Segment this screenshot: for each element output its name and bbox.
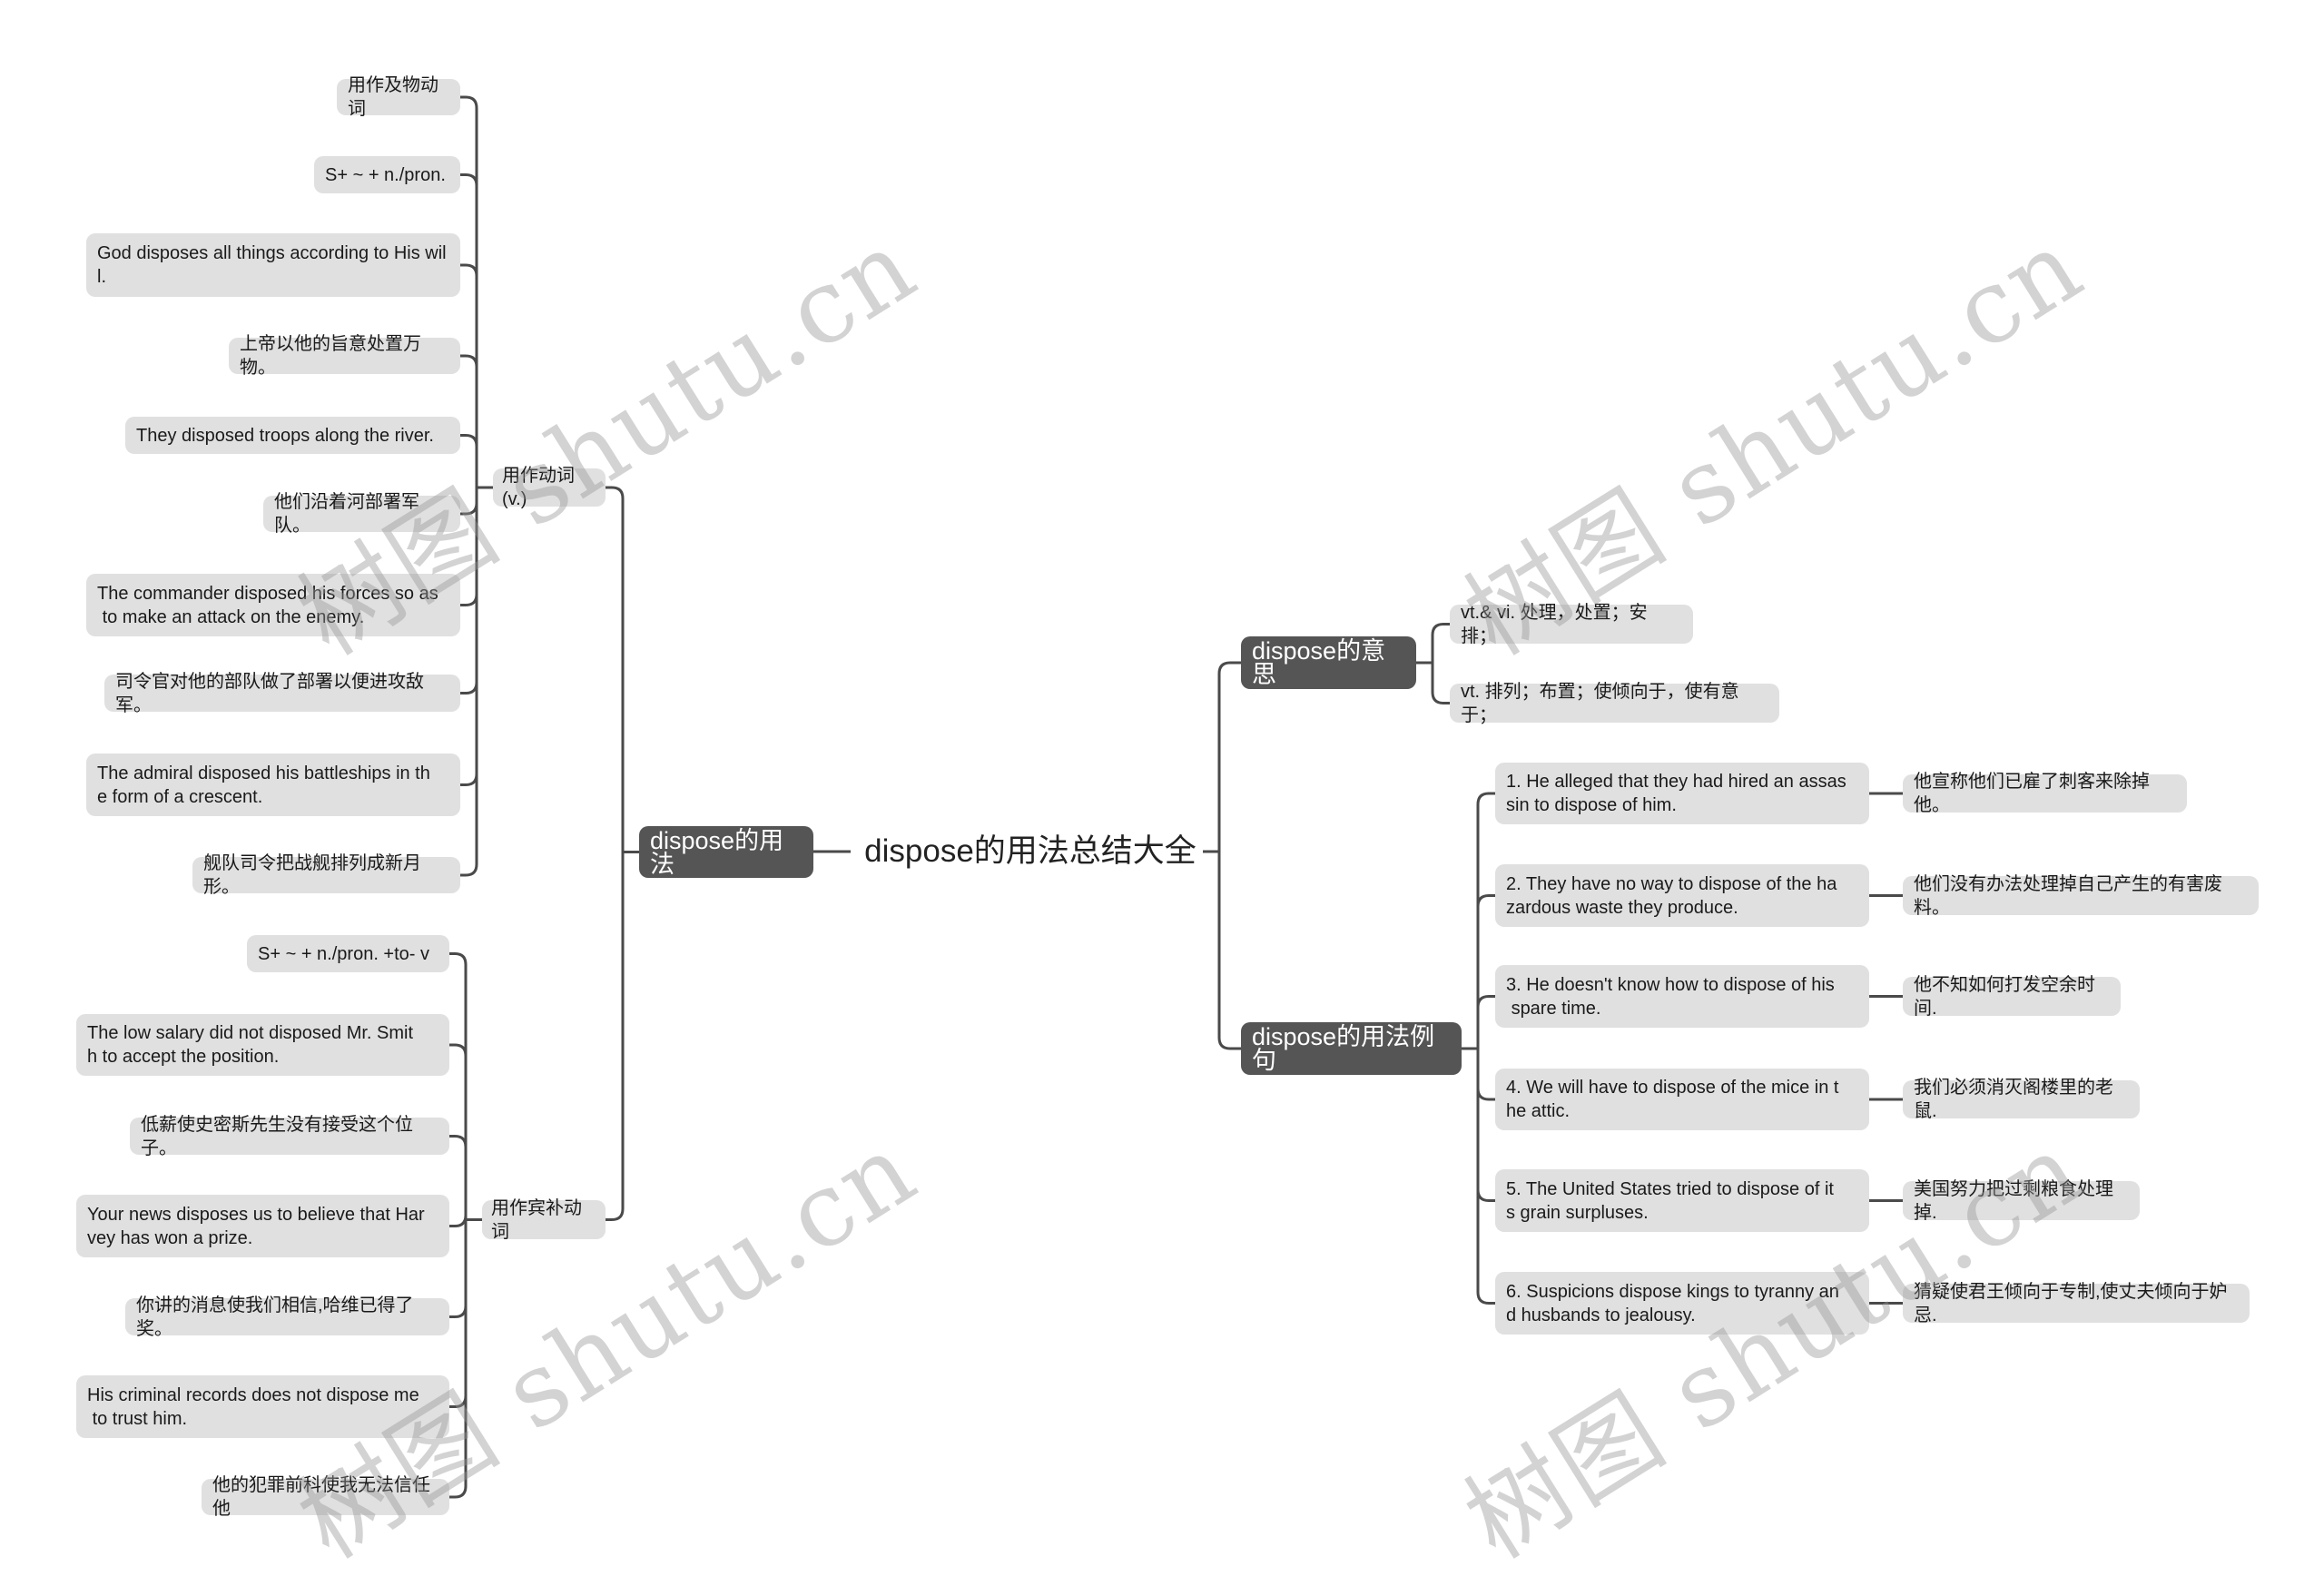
leaf-meaning-0[interactable]: vt.& vi. 处理，处置；安排； <box>1450 603 1693 646</box>
verb-link <box>460 488 478 516</box>
example-en-1[interactable]: 2. They have no way to dispose of the ha… <box>1495 864 1869 927</box>
verb-link <box>460 488 478 694</box>
examples-link <box>1476 995 1495 1049</box>
leaf-objcomp-3[interactable]: Your news disposes us to believe that Ha… <box>76 1195 449 1257</box>
verb-link <box>460 354 478 488</box>
example-en-2[interactable]: 3. He doesn't know how to dispose of his… <box>1495 965 1869 1028</box>
leaf-verb-7[interactable]: 司令官对他的部队做了部署以便进攻敌军。 <box>104 672 460 715</box>
leaf-objcomp-5[interactable]: His criminal records does not dispose me… <box>76 1375 449 1438</box>
main-topic-examples[interactable]: dispose的用法例句 <box>1241 1022 1462 1075</box>
objcomp-link <box>449 1219 468 1499</box>
example-en-0[interactable]: 1. He alleged that they had hired an ass… <box>1495 763 1869 824</box>
leaf-objcomp-4[interactable]: 你讲的消息使我们相信,哈维已得了奖。 <box>125 1295 449 1339</box>
examples-link <box>1476 792 1495 1049</box>
leaf-objcomp-1[interactable]: The low salary did not disposed Mr. Smit… <box>76 1014 449 1076</box>
example-zh-0[interactable]: 他宣称他们已雇了刺客来除掉他。 <box>1903 772 2187 815</box>
meaning-link <box>1431 623 1450 663</box>
leaf-objcomp-0[interactable]: S+ ~ + n./pron. +to- v <box>247 935 449 972</box>
meaning-link <box>1431 663 1450 704</box>
example-en-4[interactable]: 5. The United States tried to dispose of… <box>1495 1169 1869 1232</box>
root-right-link <box>1217 852 1241 1050</box>
leaf-verb-8[interactable]: The admiral disposed his battleships in … <box>86 754 460 816</box>
verb-link <box>460 95 478 488</box>
root-topic[interactable]: dispose的用法总结大全 <box>858 832 1203 871</box>
example-zh-3[interactable]: 我们必须消灭阁楼里的老鼠. <box>1903 1078 2140 1121</box>
main-topic-meaning[interactable]: dispose的意思 <box>1241 636 1416 689</box>
root-right-link <box>1217 661 1241 852</box>
usage-link <box>606 852 625 1221</box>
example-en-5[interactable]: 6. Suspicions dispose kings to tyranny a… <box>1495 1272 1869 1335</box>
example-en-3[interactable]: 4. We will have to dispose of the mice i… <box>1495 1069 1869 1130</box>
leaf-objcomp-2[interactable]: 低薪使史密斯先生没有接受这个位子。 <box>130 1115 449 1158</box>
leaf-verb-9[interactable]: 舰队司令把战舰排列成新月形。 <box>192 853 460 897</box>
objcomp-link <box>449 1135 468 1220</box>
leaf-verb-6[interactable]: The commander disposed his forces so as … <box>86 574 460 636</box>
branch-verb[interactable]: 用作动词(v.) <box>493 466 606 509</box>
objcomp-link <box>449 1215 468 1227</box>
examples-link <box>1476 894 1495 1049</box>
main-topic-usage[interactable]: dispose的用法 <box>639 826 813 878</box>
examples-link <box>1476 1049 1495 1202</box>
verb-link <box>460 488 478 877</box>
examples-link <box>1476 1049 1495 1305</box>
objcomp-link <box>449 1043 468 1220</box>
leaf-verb-5[interactable]: 他们沿着河部署军队。 <box>263 492 460 536</box>
objcomp-link <box>449 952 468 1220</box>
leaf-verb-3[interactable]: 上帝以他的旨意处置万物。 <box>229 334 460 378</box>
example-zh-5[interactable]: 猜疑使君王倾向于专制,使丈夫倾向于妒忌. <box>1903 1282 2250 1325</box>
examples-link <box>1476 1049 1495 1101</box>
branch-object-complement-verb[interactable]: 用作宾补动词 <box>482 1198 606 1242</box>
example-zh-4[interactable]: 美国努力把过剩粮食处理掉. <box>1903 1179 2140 1223</box>
objcomp-link <box>449 1219 468 1318</box>
usage-link <box>606 486 625 852</box>
example-zh-1[interactable]: 他们没有办法处理掉自己产生的有害废料。 <box>1903 874 2259 918</box>
verb-link <box>460 488 478 606</box>
leaf-verb-4[interactable]: They disposed troops along the river. <box>125 417 460 454</box>
example-zh-2[interactable]: 他不知如何打发空余时间. <box>1903 975 2121 1019</box>
leaf-verb-0[interactable]: 用作及物动词 <box>337 75 460 119</box>
leaf-objcomp-6[interactable]: 他的犯罪前科使我无法信任他 <box>202 1475 449 1519</box>
verb-link <box>460 434 478 488</box>
verb-link <box>460 263 478 488</box>
leaf-verb-1[interactable]: S+ ~ + n./pron. <box>314 156 460 193</box>
leaf-meaning-1[interactable]: vt. 排列；布置；使倾向于，使有意于； <box>1450 682 1779 725</box>
leaf-verb-2[interactable]: God disposes all things according to His… <box>86 233 460 297</box>
verb-link <box>460 488 478 786</box>
